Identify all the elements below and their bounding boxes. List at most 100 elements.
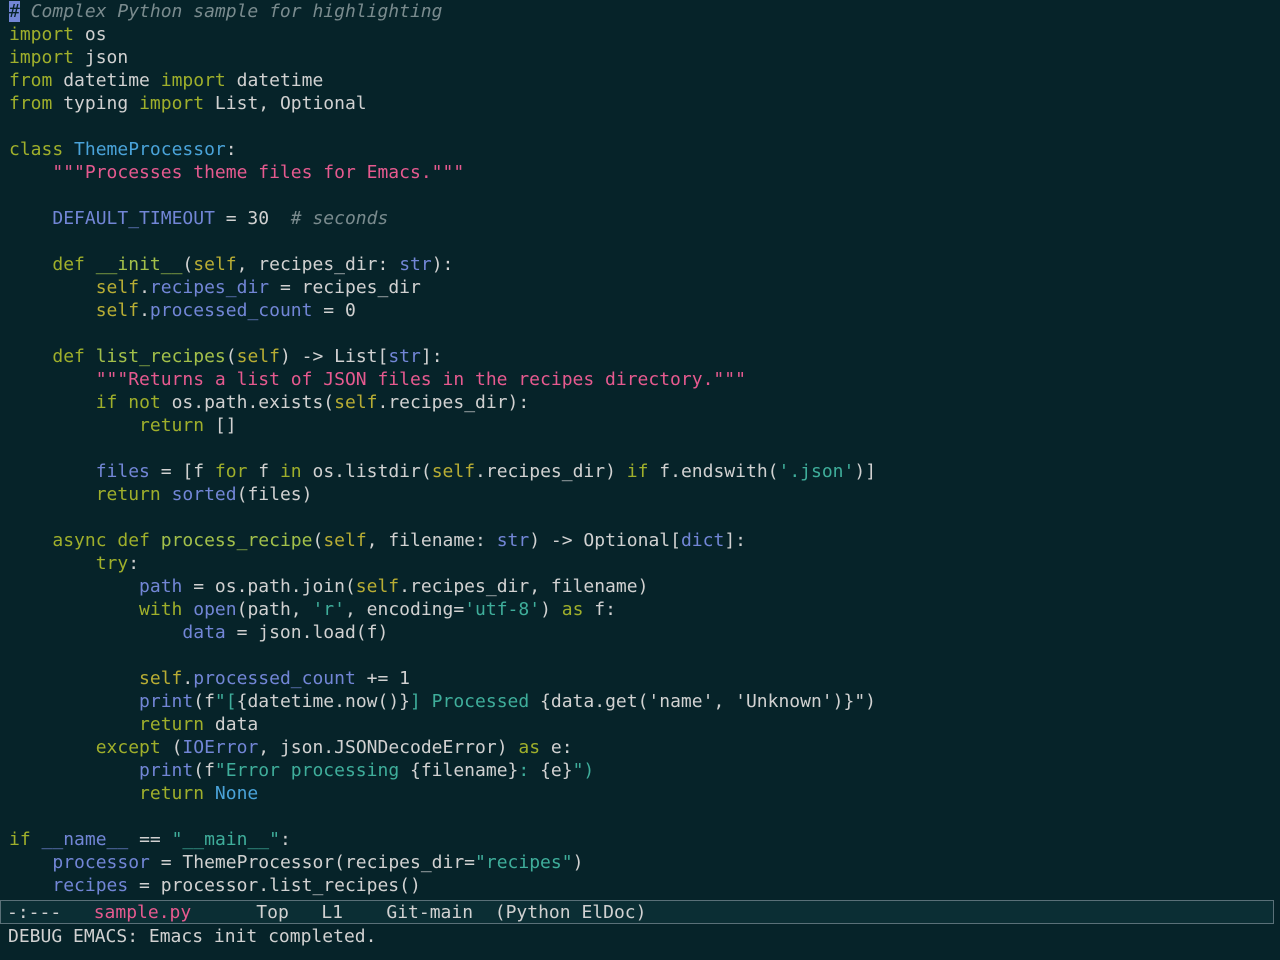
code-line[interactable] (9, 184, 1280, 207)
code-line[interactable]: print(f"[{datetime.now()}] Processed {da… (9, 690, 1280, 713)
code-line[interactable]: def __init__(self, recipes_dir: str): (9, 253, 1280, 276)
code-token: : (128, 553, 140, 574)
code-editor[interactable]: # Complex Python sample for highlighting… (0, 0, 1280, 900)
code-token: in (279, 461, 302, 482)
code-token: , filename: (366, 530, 497, 551)
code-token: with (139, 599, 183, 620)
code-token: = ThemeProcessor(recipes_dir= (149, 852, 476, 873)
code-token: = recipes_dir (269, 277, 421, 298)
code-line[interactable]: async def process_recipe(self, filename:… (9, 529, 1280, 552)
code-token: """Processes theme files for Emacs.""" (52, 162, 465, 183)
code-line[interactable]: if not os.path.exists(self.recipes_dir): (9, 391, 1280, 414)
code-line[interactable]: if __name__ == "__main__": (9, 828, 1280, 851)
mode-line-buffer-name[interactable]: sample.py (94, 902, 192, 923)
code-token: self (139, 668, 183, 689)
code-line[interactable] (9, 322, 1280, 345)
code-token: ]: (420, 346, 443, 367)
code-token: ") (854, 691, 877, 712)
code-token: 'utf-8' (464, 599, 541, 620)
code-line[interactable]: with open(path, 'r', encoding='utf-8') a… (9, 598, 1280, 621)
code-token: path (139, 576, 183, 597)
code-token: "[ (214, 691, 237, 712)
code-line[interactable]: self.processed_count += 1 (9, 667, 1280, 690)
code-line[interactable]: except (IOError, json.JSONDecodeError) a… (9, 736, 1280, 759)
code-token: datetime (52, 70, 161, 91)
code-token: 'r' (312, 599, 345, 620)
code-line[interactable]: def list_recipes(self) -> List[str]: (9, 345, 1280, 368)
mode-line-major-modes[interactable]: (Python ElDoc) (495, 902, 647, 923)
code-line[interactable]: files = [f for f in os.listdir(self.reci… (9, 460, 1280, 483)
code-line[interactable]: return sorted(files) (9, 483, 1280, 506)
code-token: "Error processing (214, 760, 410, 781)
code-token: IOError (182, 737, 259, 758)
code-line[interactable]: DEFAULT_TIMEOUT = 30 # seconds (9, 207, 1280, 230)
code-token: __init__ (95, 254, 183, 275)
code-token: Complex Python sample for highlighting (19, 1, 443, 22)
code-line[interactable]: path = os.path.join(self.recipes_dir, fi… (9, 575, 1280, 598)
code-line[interactable]: import os (9, 23, 1280, 46)
code-line[interactable] (9, 115, 1280, 138)
code-token: return (139, 783, 205, 804)
code-lines[interactable]: # Complex Python sample for highlighting… (9, 0, 1280, 897)
code-token: processed_count (149, 300, 313, 321)
code-token: from (9, 93, 53, 114)
code-line[interactable] (9, 230, 1280, 253)
code-line[interactable]: return [] (9, 414, 1280, 437)
code-token: .recipes_dir, filename) (399, 576, 649, 597)
code-token: print (139, 691, 194, 712)
code-token: for (214, 461, 248, 482)
code-line[interactable] (9, 506, 1280, 529)
mode-line-vc-branch[interactable]: Git-main (386, 902, 473, 923)
code-token: files (95, 461, 150, 482)
code-token: return (95, 484, 161, 505)
code-token: str (399, 254, 432, 275)
code-token: ") (572, 760, 595, 781)
code-line[interactable]: self.processed_count = 0 (9, 299, 1280, 322)
code-line[interactable]: self.recipes_dir = recipes_dir (9, 276, 1280, 299)
echo-area: DEBUG EMACS: Emacs init completed. (0, 926, 1280, 960)
code-token: (files) (236, 484, 313, 505)
code-token: = json.load(f) (225, 622, 389, 643)
code-line[interactable]: import json (9, 46, 1280, 69)
code-line[interactable]: data = json.load(f) (9, 621, 1280, 644)
code-token: datetime (225, 70, 324, 91)
mode-line-line-number: L1 (321, 902, 343, 923)
code-token: = os.path.join( (182, 576, 356, 597)
code-line[interactable]: recipes = processor.list_recipes() (9, 874, 1280, 897)
code-line[interactable]: from datetime import datetime (9, 69, 1280, 92)
code-line[interactable]: from typing import List, Optional (9, 92, 1280, 115)
code-line[interactable]: class ThemeProcessor: (9, 138, 1280, 161)
code-token: ) -> Optional[ (529, 530, 681, 551)
code-line[interactable]: print(f"Error processing {filename}: {e}… (9, 759, 1280, 782)
code-line[interactable]: """Returns a list of JSON files in the r… (9, 368, 1280, 391)
code-line[interactable]: """Processes theme files for Emacs.""" (9, 161, 1280, 184)
code-token: as (561, 599, 584, 620)
code-line[interactable] (9, 644, 1280, 667)
code-line[interactable]: return data (9, 713, 1280, 736)
code-line[interactable] (9, 805, 1280, 828)
code-token: , encoding= (344, 599, 465, 620)
code-line[interactable]: processor = ThemeProcessor(recipes_dir="… (9, 851, 1280, 874)
code-line[interactable]: # Complex Python sample for highlighting (9, 0, 1280, 23)
code-token: List, Optional (204, 93, 367, 114)
code-token: os (74, 24, 107, 45)
code-line[interactable]: try: (9, 552, 1280, 575)
code-line[interactable]: return None (9, 782, 1280, 805)
code-token: .recipes_dir) (475, 461, 627, 482)
code-token: import (9, 47, 75, 68)
code-line[interactable] (9, 437, 1280, 460)
text-cursor: # (9, 1, 20, 22)
code-token: ( (182, 254, 194, 275)
